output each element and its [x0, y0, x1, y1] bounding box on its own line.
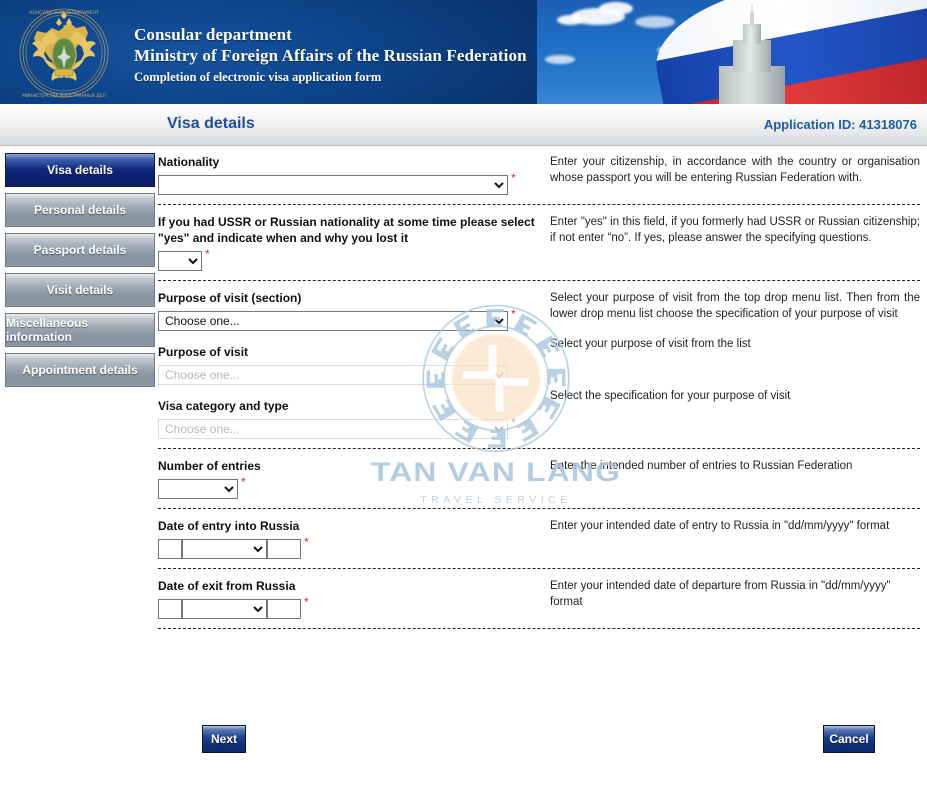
sidebar-item-personal-details[interactable]: Personal details [5, 193, 155, 227]
number-of-entries-help-text: Enter the intended number of entries to … [550, 460, 853, 472]
form-row-purpose-of-visit: Purpose of visit (section) Choose one...… [158, 281, 920, 449]
date-of-exit-label: Date of exit from Russia [158, 579, 296, 593]
purpose-section-select[interactable]: Choose one... [158, 311, 508, 331]
required-asterisk: * [241, 475, 246, 489]
number-of-entries-select[interactable] [158, 479, 238, 499]
sidebar-item-label: Miscellaneous information [6, 316, 89, 344]
sidebar-item-label: Visit details [46, 283, 114, 297]
purpose-of-visit-label: Purpose of visit [158, 345, 249, 359]
page-title: Visa details [167, 115, 255, 132]
form-row-date-of-exit: Date of exit from Russia * Enter your in… [158, 569, 920, 629]
ussr-nationality-label: If you had USSR or Russian nationality a… [158, 215, 535, 245]
purpose-of-visit-select[interactable]: Choose one... [158, 365, 508, 385]
visa-category-help-text: Select the specification for your purpos… [550, 390, 791, 402]
required-asterisk: * [304, 535, 309, 549]
required-asterisk: * [304, 595, 309, 609]
ussr-nationality-select[interactable] [158, 251, 202, 271]
next-button[interactable]: Next [202, 725, 246, 753]
nationality-help-text: Enter your citizenship, in accordance wi… [550, 156, 920, 184]
mfa-building-and-flag-photo [537, 0, 927, 104]
form-row-number-of-entries: Number of entries * Enter the intended n… [158, 449, 920, 509]
banner-line-1: Consular department [134, 25, 292, 44]
application-id: Application ID: 41318076 [763, 117, 917, 132]
form-row-date-of-entry: Date of entry into Russia * Enter your i… [158, 509, 920, 569]
sidebar-item-label: Passport details [33, 243, 127, 257]
banner-line-2: Ministry of Foreign Affairs of the Russi… [134, 46, 527, 65]
date-of-entry-label: Date of entry into Russia [158, 519, 300, 533]
svg-text:МИНИСТЕРСТВА ИНОСТРАННЫХ ДЕЛ: МИНИСТЕРСТВА ИНОСТРАННЫХ ДЕЛ [22, 93, 106, 99]
date-of-exit-year-input[interactable] [267, 599, 301, 619]
cancel-button[interactable]: Cancel [823, 725, 875, 753]
cancel-button-label: Cancel [829, 732, 869, 746]
nationality-label: Nationality [158, 155, 220, 169]
required-asterisk: * [511, 415, 516, 429]
date-of-entry-day-input[interactable] [158, 539, 182, 559]
sidebar-item-visa-details[interactable]: Visa details [5, 153, 155, 187]
russian-coat-of-arms-icon: КОНСУЛЬСКИЙ ДЕПАРТАМЕНТ МИНИСТЕРСТВА ИНО… [12, 7, 116, 99]
purpose-section-help-text: Select your purpose of visit from the to… [550, 292, 920, 320]
required-asterisk: * [511, 171, 516, 185]
date-of-exit-day-input[interactable] [158, 599, 182, 619]
purpose-of-visit-help-text: Select your purpose of visit from the li… [550, 338, 751, 350]
sidebar-item-miscellaneous-information[interactable]: Miscellaneous information [5, 313, 155, 347]
date-of-entry-month-select[interactable] [182, 539, 267, 559]
date-of-exit-month-select[interactable] [182, 599, 267, 619]
ussr-nationality-help-text: Enter "yes" in this field, if you former… [550, 216, 920, 244]
banner-line-3: Completion of electronic visa applicatio… [134, 70, 382, 84]
sidebar-item-passport-details[interactable]: Passport details [5, 233, 155, 267]
purpose-section-label: Purpose of visit (section) [158, 291, 302, 305]
date-of-entry-year-input[interactable] [267, 539, 301, 559]
sidebar-item-label: Appointment details [22, 363, 138, 377]
nationality-select[interactable] [158, 175, 508, 195]
required-asterisk: * [511, 307, 516, 321]
page-banner: КОНСУЛЬСКИЙ ДЕПАРТАМЕНТ МИНИСТЕРСТВА ИНО… [0, 0, 927, 104]
form-row-nationality: Nationality * Enter your citizenship, in… [158, 146, 920, 205]
number-of-entries-label: Number of entries [158, 459, 261, 473]
svg-text:КОНСУЛЬСКИЙ ДЕПАРТАМЕНТ: КОНСУЛЬСКИЙ ДЕПАРТАМЕНТ [29, 9, 99, 16]
date-of-exit-help-text: Enter your intended date of departure fr… [550, 580, 891, 608]
page-title-bar: Visa details Application ID: 41318076 [0, 104, 927, 146]
form-content: Nationality * Enter your citizenship, in… [158, 146, 920, 629]
next-button-label: Next [210, 732, 237, 746]
date-of-entry-help-text: Enter your intended date of entry to Rus… [550, 520, 890, 532]
mfa-building-icon [713, 5, 791, 104]
required-asterisk: * [205, 247, 210, 261]
visa-category-label: Visa category and type [158, 399, 289, 413]
sidebar-nav: Visa details Personal details Passport d… [5, 153, 155, 393]
sidebar-item-appointment-details[interactable]: Appointment details [5, 353, 155, 387]
form-row-ussr-nationality: If you had USSR or Russian nationality a… [158, 205, 920, 281]
sidebar-item-visit-details[interactable]: Visit details [5, 273, 155, 307]
banner-title-block: Consular department Ministry of Foreign … [134, 24, 527, 86]
sidebar-item-label: Personal details [33, 203, 127, 217]
visa-category-select[interactable]: Choose one... [158, 419, 508, 439]
sidebar-item-label: Visa details [47, 163, 113, 177]
